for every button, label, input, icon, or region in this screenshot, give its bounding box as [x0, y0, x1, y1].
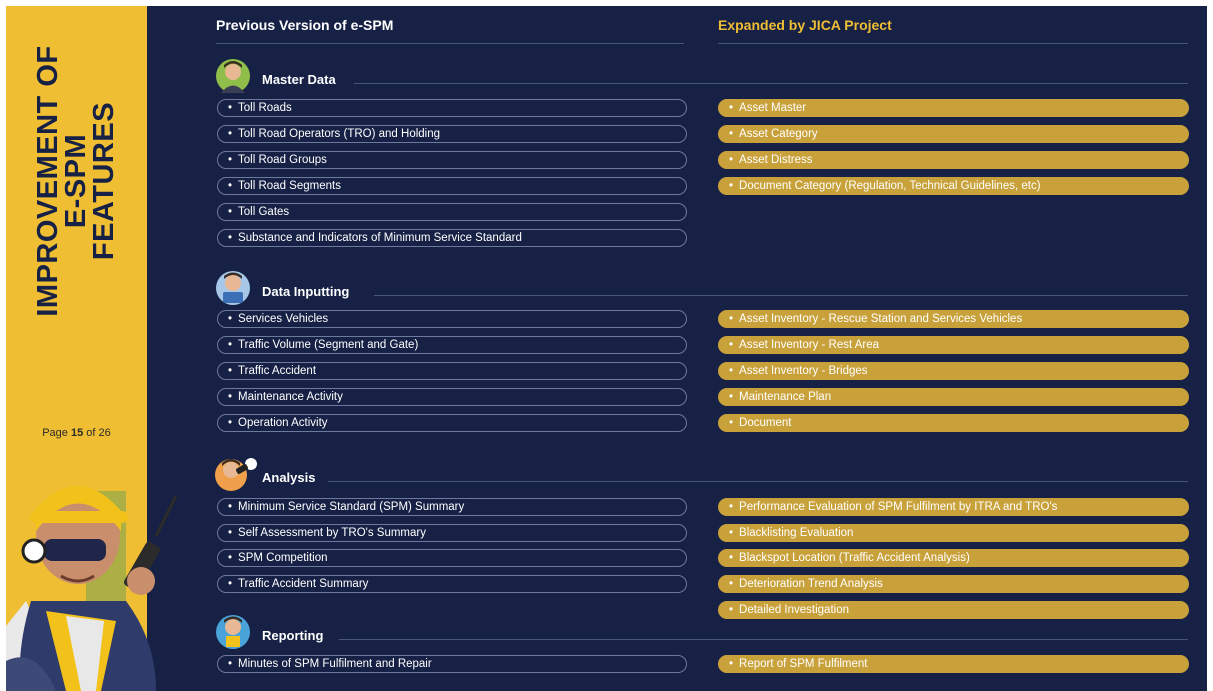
slide: IMPROVEMENT OF E-SPM FEATURES Page 15 of…: [6, 6, 1207, 691]
reporting-icon: [216, 615, 250, 649]
section-title-master-data: Master Data: [262, 72, 336, 87]
feature-label: Asset Inventory - Rescue Station and Ser…: [739, 313, 1023, 325]
section-divider: [328, 481, 1188, 482]
expanded-feature-item: • Performance Evaluation of SPM Fulfilmen…: [718, 498, 1189, 516]
previous-feature-item: • Minutes of SPM Fulfilment and Repair: [217, 655, 687, 673]
page-prefix: Page: [42, 427, 71, 439]
previous-feature-item: • SPM Competition: [217, 549, 687, 567]
feature-label: SPM Competition: [238, 552, 328, 564]
page-total: 26: [98, 427, 111, 439]
sidebar-title-line-2: E-SPM: [60, 133, 92, 229]
sidebar-title-line-1: IMPROVEMENT OF: [32, 45, 64, 317]
expanded-feature-item: • Document: [718, 414, 1189, 432]
feature-label: Operation Activity: [238, 417, 328, 429]
feature-label: Performance Evaluation of SPM Fulfilment…: [739, 501, 1058, 513]
previous-feature-item: • Traffic Accident Summary: [217, 575, 687, 593]
section-divider: [354, 83, 1188, 84]
page-current: 15: [70, 427, 84, 439]
previous-feature-item: • Substance and Indicators of Minimum Ser…: [217, 229, 687, 247]
expanded-feature-item: • Report of SPM Fulfilment: [718, 655, 1189, 673]
expanded-feature-item: • Asset Distress: [718, 151, 1189, 169]
feature-label: Minimum Service Standard (SPM) Summary: [238, 501, 465, 513]
section-title-analysis: Analysis: [262, 470, 316, 485]
expanded-feature-item: • Asset Master: [718, 99, 1189, 117]
expanded-feature-item: • Maintenance Plan: [718, 388, 1189, 406]
expanded-feature-item: • Asset Inventory - Rest Area: [718, 336, 1189, 354]
feature-label: Toll Road Segments: [238, 180, 341, 192]
feature-label: Document: [739, 417, 792, 429]
column-divider-left: [216, 43, 684, 44]
section-divider: [374, 295, 1188, 296]
page-indicator: Page 15 of 26: [6, 427, 147, 439]
expanded-feature-item: • Blacklisting Evaluation: [718, 524, 1189, 542]
feature-label: Toll Roads: [238, 102, 292, 114]
feature-label: Self Assessment by TRO's Summary: [238, 527, 426, 539]
feature-label: Asset Inventory - Bridges: [739, 365, 868, 377]
analysis-icon: [215, 458, 257, 491]
page-middle: of: [83, 427, 99, 439]
data-inputting-icon: [216, 271, 250, 305]
column-header-expanded: Expanded by JICA Project: [718, 17, 892, 33]
previous-feature-item: • Toll Gates: [217, 203, 687, 221]
feature-label: Toll Road Operators (TRO) and Holding: [238, 128, 441, 140]
feature-label: Detailed Investigation: [739, 604, 849, 616]
feature-label: Blackspot Location (Traffic Accident Ana…: [739, 552, 970, 564]
sidebar-title: IMPROVEMENT OF E-SPM FEATURES: [26, 16, 126, 346]
feature-label: Minutes of SPM Fulfilment and Repair: [238, 658, 432, 670]
feature-label: Deterioration Trend Analysis: [739, 578, 883, 590]
feature-label: Asset Inventory - Rest Area: [739, 339, 880, 351]
expanded-feature-item: • Deterioration Trend Analysis: [718, 575, 1189, 593]
previous-feature-item: • Services Vehicles: [217, 310, 687, 328]
feature-label: Asset Distress: [739, 154, 813, 166]
section-title-data-inputting: Data Inputting: [262, 284, 350, 299]
previous-feature-item: • Toll Road Groups: [217, 151, 687, 169]
feature-label: Asset Master: [739, 102, 807, 114]
feature-label: Document Category (Regulation, Technical…: [739, 180, 1041, 192]
feature-label: Traffic Accident: [238, 365, 317, 377]
previous-feature-item: • Traffic Volume (Segment and Gate): [217, 336, 687, 354]
feature-label: Services Vehicles: [238, 313, 329, 325]
previous-feature-item: • Toll Roads: [217, 99, 687, 117]
expanded-feature-item: • Document Category (Regulation, Technica…: [718, 177, 1189, 195]
column-header-previous: Previous Version of e-SPM: [216, 17, 394, 33]
feature-label: Toll Road Groups: [238, 154, 327, 166]
feature-label: Report of SPM Fulfilment: [739, 658, 868, 670]
column-divider-right: [718, 43, 1188, 44]
section-divider: [339, 639, 1188, 640]
previous-feature-item: • Maintenance Activity: [217, 388, 687, 406]
expanded-feature-item: • Blackspot Location (Traffic Accident An…: [718, 549, 1189, 567]
previous-feature-item: • Minimum Service Standard (SPM) Summary: [217, 498, 687, 516]
section-title-reporting: Reporting: [262, 628, 324, 643]
expanded-feature-item: • Asset Inventory - Rescue Station and Se…: [718, 310, 1189, 328]
feature-label: Toll Gates: [238, 206, 290, 218]
feature-label: Substance and Indicators of Minimum Serv…: [238, 232, 522, 244]
feature-label: Asset Category: [739, 128, 818, 140]
previous-feature-item: • Toll Road Segments: [217, 177, 687, 195]
previous-feature-item: • Self Assessment by TRO's Summary: [217, 524, 687, 542]
feature-label: Traffic Accident Summary: [238, 578, 369, 590]
previous-feature-item: • Traffic Accident: [217, 362, 687, 380]
main-content: Previous Version of e-SPM Expanded by JI…: [154, 6, 1207, 691]
previous-feature-item: • Toll Road Operators (TRO) and Holding: [217, 125, 687, 143]
feature-label: Blacklisting Evaluation: [739, 527, 854, 539]
feature-label: Traffic Volume (Segment and Gate): [238, 339, 419, 351]
feature-label: Maintenance Activity: [238, 391, 343, 403]
feature-label: Maintenance Plan: [739, 391, 832, 403]
expanded-feature-item: • Asset Category: [718, 125, 1189, 143]
expanded-feature-item: • Asset Inventory - Bridges: [718, 362, 1189, 380]
previous-feature-item: • Operation Activity: [217, 414, 687, 432]
expanded-feature-item: • Detailed Investigation: [718, 601, 1189, 619]
sidebar-title-line-3: FEATURES: [88, 101, 120, 261]
master-data-icon: [216, 59, 250, 93]
